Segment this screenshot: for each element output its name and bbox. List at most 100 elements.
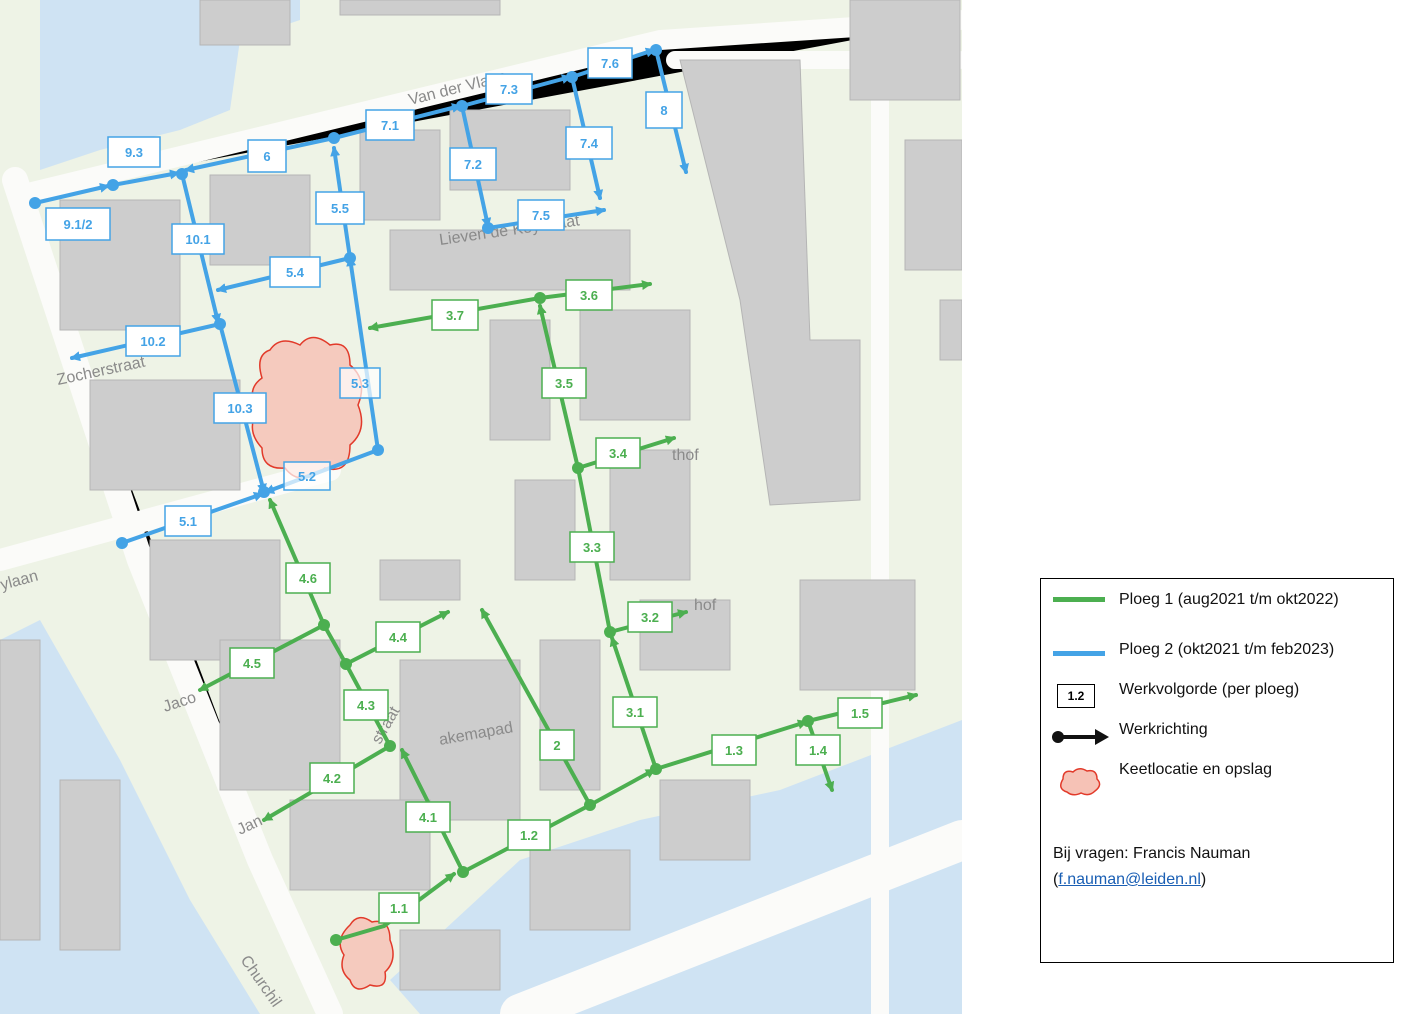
route-node [107, 179, 119, 191]
segment-label: 9.1/2 [45, 207, 111, 241]
svg-text:7.5: 7.5 [532, 208, 550, 223]
route-node [318, 619, 330, 631]
segment-label: 3.5 [541, 367, 587, 399]
segment-label: 1.1 [378, 892, 420, 924]
contact-info: Bij vragen: Francis Nauman (f.nauman@lei… [1053, 841, 1250, 893]
segment-label: 7.6 [587, 47, 633, 79]
svg-text:5.1: 5.1 [179, 514, 197, 529]
segment-label: 1.5 [837, 697, 883, 729]
svg-text:10.2: 10.2 [140, 334, 165, 349]
map-legend: Ploeg 1 (aug2021 t/m okt2022) Ploeg 2 (o… [1040, 578, 1394, 963]
route-node [344, 252, 356, 264]
legend-ploeg1-label: Ploeg 1 (aug2021 t/m okt2022) [1119, 591, 1339, 608]
legend-keetlocatie-label: Keetlocatie en opslag [1119, 761, 1272, 778]
segment-label: 4.5 [229, 647, 275, 679]
svg-text:4.3: 4.3 [357, 698, 375, 713]
svg-text:3.6: 3.6 [580, 288, 598, 303]
route-node [604, 626, 616, 638]
svg-text:5.5: 5.5 [331, 201, 349, 216]
segment-label: 7.4 [565, 126, 613, 160]
svg-text:5.4: 5.4 [286, 265, 305, 280]
route-node [650, 44, 662, 56]
svg-text:10.3: 10.3 [227, 401, 252, 416]
keet-location-2 [339, 916, 394, 990]
segment-label: 7.1 [365, 109, 415, 141]
segment-label: 7.3 [485, 73, 533, 105]
svg-text:7.1: 7.1 [381, 118, 399, 133]
segment-label: 10.1 [171, 223, 225, 255]
segment-label: 4.2 [309, 762, 355, 794]
route-node [802, 715, 814, 727]
segment-label: 3.7 [431, 299, 479, 331]
street-label: thof [672, 447, 699, 464]
legend-ploeg1 [1053, 597, 1105, 602]
svg-text:9.1/2: 9.1/2 [64, 217, 93, 232]
svg-text:3.4: 3.4 [609, 446, 628, 461]
route-node [584, 799, 596, 811]
segment-label: 1.4 [795, 734, 841, 766]
route-node [572, 462, 584, 474]
segment-label: 5.2 [283, 461, 331, 491]
contact-email-line: (f.nauman@leiden.nl) [1053, 867, 1250, 893]
segment-label: 2 [539, 729, 575, 761]
svg-text:4.1: 4.1 [419, 810, 437, 825]
svg-text:5.2: 5.2 [298, 469, 316, 484]
svg-text:2: 2 [553, 738, 560, 753]
svg-text:7.6: 7.6 [601, 56, 619, 71]
arrow-icon [1052, 729, 1109, 745]
segment-label: 10.3 [213, 392, 267, 424]
route-node [384, 740, 396, 752]
cloud-icon [1060, 768, 1101, 796]
svg-text:7.3: 7.3 [500, 82, 518, 97]
map-canvas: Van der Vlaan Lieven de Keystraat Zocher… [0, 0, 962, 1014]
legend-werkvolgorde-sample: 1.2 [1057, 684, 1095, 708]
route-node [456, 100, 468, 112]
svg-text:7.4: 7.4 [580, 136, 599, 151]
svg-text:6: 6 [263, 149, 270, 164]
contact-email-link[interactable]: f.nauman@leiden.nl [1058, 871, 1201, 888]
route-node [650, 763, 662, 775]
legend-werkvolgorde-label: Werkvolgorde (per ploeg) [1119, 681, 1300, 698]
route-node [340, 658, 352, 670]
legend-ploeg2-label: Ploeg 2 (okt2021 t/m feb2023) [1119, 641, 1335, 658]
ploeg1-line-swatch [1053, 597, 1105, 602]
svg-text:1.5: 1.5 [851, 706, 869, 721]
legend-ploeg2 [1053, 651, 1105, 656]
segment-label: 4.3 [343, 689, 389, 721]
segment-label: 1.3 [711, 734, 757, 766]
segment-label: 5.1 [164, 505, 212, 537]
route-node [176, 168, 188, 180]
svg-text:3.1: 3.1 [626, 705, 644, 720]
svg-text:4.5: 4.5 [243, 656, 261, 671]
contact-name: Bij vragen: Francis Nauman [1053, 845, 1251, 862]
paren-close: ) [1200, 871, 1207, 888]
segment-label: 4.4 [375, 621, 421, 653]
svg-text:7.2: 7.2 [464, 157, 482, 172]
svg-text:3.7: 3.7 [446, 308, 464, 323]
route-node [258, 486, 270, 498]
segment-label: 5.3 [339, 367, 381, 399]
route-node [372, 444, 384, 456]
ploeg2-line-swatch [1053, 651, 1105, 656]
segment-label: 3.3 [569, 531, 615, 563]
route-node [214, 318, 226, 330]
route-node [534, 292, 546, 304]
svg-text:3.3: 3.3 [583, 540, 601, 555]
segment-label: 6 [247, 139, 287, 173]
segment-label: 5.5 [315, 191, 365, 225]
segment-label: 7.2 [449, 147, 497, 181]
svg-text:4.2: 4.2 [323, 771, 341, 786]
segment-label: 4.6 [285, 562, 331, 594]
segment-label: 1.2 [507, 819, 551, 851]
route-node [29, 197, 41, 209]
svg-text:3.5: 3.5 [555, 376, 573, 391]
legend-werkrichting-label: Werkrichting [1119, 721, 1208, 738]
segment-label: 3.1 [612, 696, 658, 728]
segment-label: 7.5 [517, 199, 565, 231]
svg-text:5.3: 5.3 [351, 376, 369, 391]
svg-text:10.1: 10.1 [185, 232, 210, 247]
svg-text:8: 8 [660, 103, 667, 118]
route-node [566, 71, 578, 83]
route-node [457, 866, 469, 878]
segment-label: 3.6 [565, 279, 613, 311]
